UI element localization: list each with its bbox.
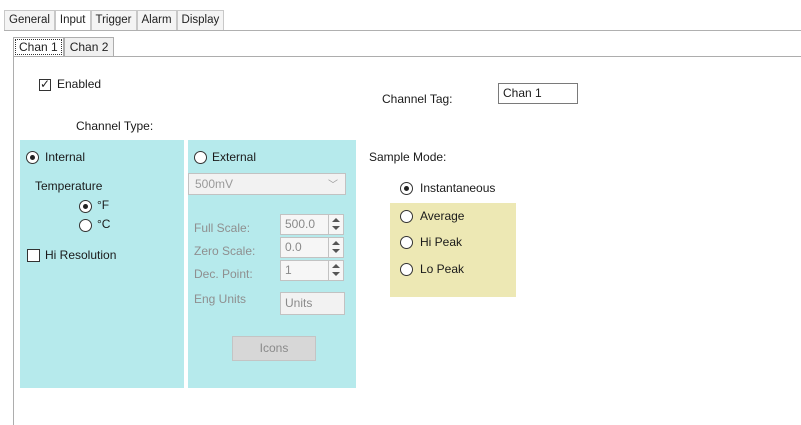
range-value: 500mV xyxy=(195,177,234,191)
instantaneous-radio[interactable] xyxy=(400,182,413,195)
zero-scale-stepper[interactable]: 0.0 xyxy=(280,237,344,258)
tab-display[interactable]: Display xyxy=(176,10,225,30)
hi-peak-radio[interactable] xyxy=(400,236,413,249)
chevron-down-icon: ﹀ xyxy=(328,180,338,191)
lo-peak-label: Lo Peak xyxy=(420,262,465,276)
dec-point-label: Dec. Point: xyxy=(194,267,253,281)
lo-peak-radio[interactable] xyxy=(400,263,413,276)
unit-f-label: °F xyxy=(97,198,110,212)
hi-peak-label: Hi Peak xyxy=(420,235,463,249)
average-label: Average xyxy=(420,209,465,223)
internal-highlight xyxy=(20,140,184,388)
tab-chan-2[interactable]: Chan 2 xyxy=(63,37,115,57)
enabled-label: Enabled xyxy=(57,77,102,91)
tab-chan-1[interactable]: Chan 1 xyxy=(13,37,64,57)
spin-up-icon[interactable] xyxy=(332,264,340,268)
check-icon: ✓ xyxy=(40,77,51,91)
dec-point-value: 1 xyxy=(285,263,292,277)
average-radio[interactable] xyxy=(400,210,413,223)
zero-scale-label: Zero Scale: xyxy=(194,244,256,258)
sample-mode-label: Sample Mode: xyxy=(369,150,447,164)
zero-scale-value: 0.0 xyxy=(285,240,302,254)
unit-c-radio[interactable] xyxy=(79,219,92,232)
unit-f-radio[interactable] xyxy=(79,200,92,213)
internal-label: Internal xyxy=(45,150,86,164)
spin-up-icon[interactable] xyxy=(332,241,340,245)
unit-c-label: °C xyxy=(97,217,111,231)
channel-tag-input[interactable]: Chan 1 xyxy=(498,83,578,104)
channel-tabs: Chan 1 Chan 2 xyxy=(13,37,115,57)
tab-input[interactable]: Input xyxy=(54,10,91,30)
icons-button[interactable]: Icons xyxy=(232,336,316,361)
main-tabs: General Input Trigger Alarm Display xyxy=(4,10,225,30)
full-scale-label: Full Scale: xyxy=(194,221,251,235)
hi-resolution-checkbox[interactable] xyxy=(27,249,40,262)
external-radio[interactable] xyxy=(194,151,207,164)
spin-arrows xyxy=(328,238,343,257)
spin-arrows xyxy=(328,261,343,280)
instantaneous-label: Instantaneous xyxy=(420,181,496,195)
tab-divider xyxy=(4,30,801,31)
spin-arrows xyxy=(328,215,343,234)
channel-tag-label: Channel Tag: xyxy=(382,92,453,106)
channel-type-label: Channel Type: xyxy=(76,119,154,133)
spin-down-icon[interactable] xyxy=(332,272,340,276)
spin-down-icon[interactable] xyxy=(332,249,340,253)
hi-resolution-label: Hi Resolution xyxy=(45,248,117,262)
spin-down-icon[interactable] xyxy=(332,226,340,230)
spin-up-icon[interactable] xyxy=(332,218,340,222)
eng-units-input[interactable]: Units xyxy=(280,292,345,315)
internal-radio[interactable] xyxy=(26,151,39,164)
temperature-label: Temperature xyxy=(35,179,103,193)
external-label: External xyxy=(212,150,257,164)
tab-alarm[interactable]: Alarm xyxy=(136,10,177,30)
full-scale-stepper[interactable]: 500.0 xyxy=(280,214,344,235)
tab-trigger[interactable]: Trigger xyxy=(90,10,137,30)
eng-units-label: Eng Units xyxy=(194,292,247,306)
enabled-checkbox[interactable]: ✓ xyxy=(39,77,51,91)
full-scale-value: 500.0 xyxy=(285,217,316,231)
range-select[interactable]: 500mV ﹀ xyxy=(188,173,346,195)
dec-point-stepper[interactable]: 1 xyxy=(280,260,344,281)
tab-general[interactable]: General xyxy=(4,10,55,30)
